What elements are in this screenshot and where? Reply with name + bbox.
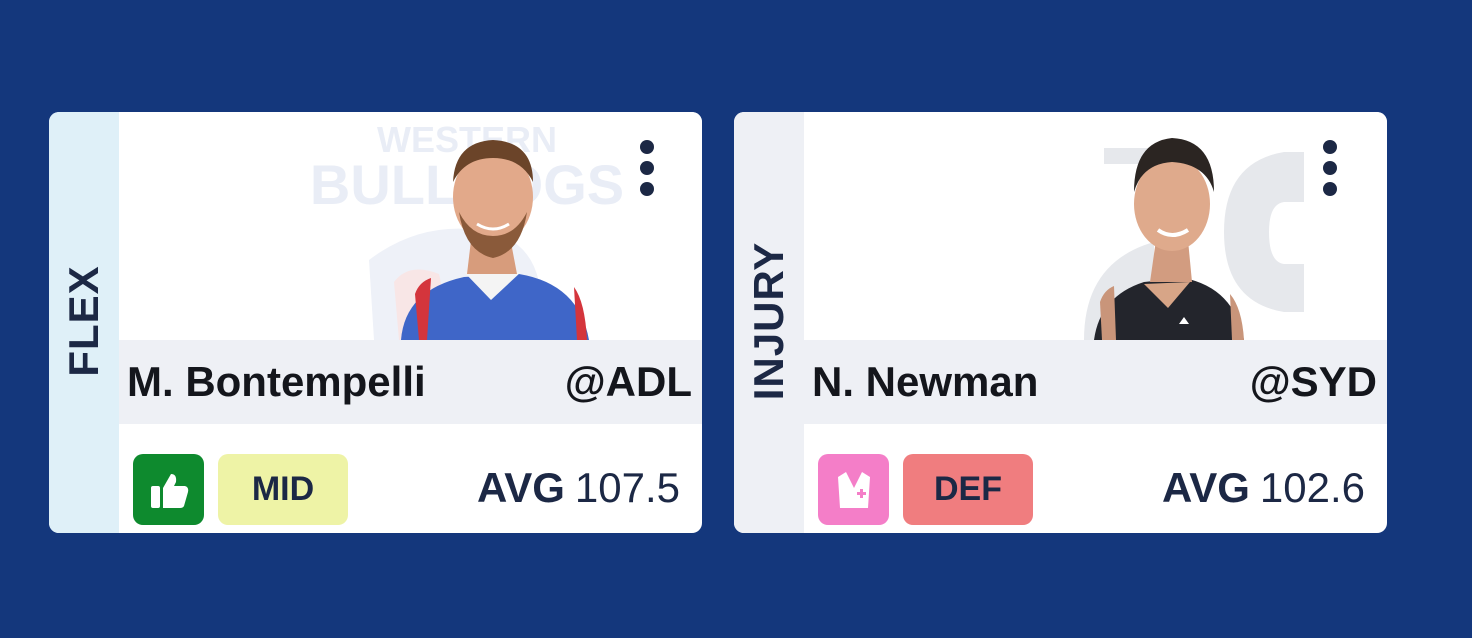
player-name[interactable]: N. Newman (812, 358, 1038, 406)
position-badge: MID (218, 454, 348, 525)
player-card[interactable]: INJURY N. Newman @SYD DEF AVG 102.6 (734, 112, 1387, 533)
slot-sidebar: FLEX (49, 112, 119, 533)
player-card[interactable]: FLEX WESTERN BULLDOGS M. Bontempelli @AD… (49, 112, 702, 533)
avg-value: 102.6 (1259, 464, 1365, 511)
player-stats-row: DEF AVG 102.6 (804, 424, 1387, 533)
player-portrait (401, 140, 589, 340)
player-name-bar: N. Newman @SYD (804, 340, 1387, 424)
player-name[interactable]: M. Bontempelli (127, 358, 426, 406)
player-photo-area: WESTERN BULLDOGS (119, 112, 702, 340)
more-options-icon[interactable] (639, 140, 655, 198)
slot-sidebar: INJURY (734, 112, 804, 533)
avg-label: AVG (1161, 464, 1250, 511)
injury-vest-icon[interactable] (818, 454, 889, 525)
avg-label: AVG (476, 464, 565, 511)
slot-label: INJURY (745, 241, 792, 401)
average-score: AVG 102.6 (1162, 464, 1365, 512)
player-photo-area (804, 112, 1387, 340)
opponent-label: @ADL (564, 358, 692, 405)
position-badge: DEF (903, 454, 1033, 525)
player-stats-row: MID AVG 107.5 (119, 424, 702, 533)
player-portrait (1094, 138, 1244, 340)
more-options-icon[interactable] (1322, 140, 1338, 198)
average-score: AVG 107.5 (477, 464, 680, 512)
thumbs-up-icon[interactable] (133, 454, 204, 525)
slot-label: FLEX (60, 265, 107, 377)
player-name-bar: M. Bontempelli @ADL (119, 340, 702, 424)
avg-value: 107.5 (574, 464, 680, 511)
opponent-label: @SYD (1249, 358, 1377, 405)
